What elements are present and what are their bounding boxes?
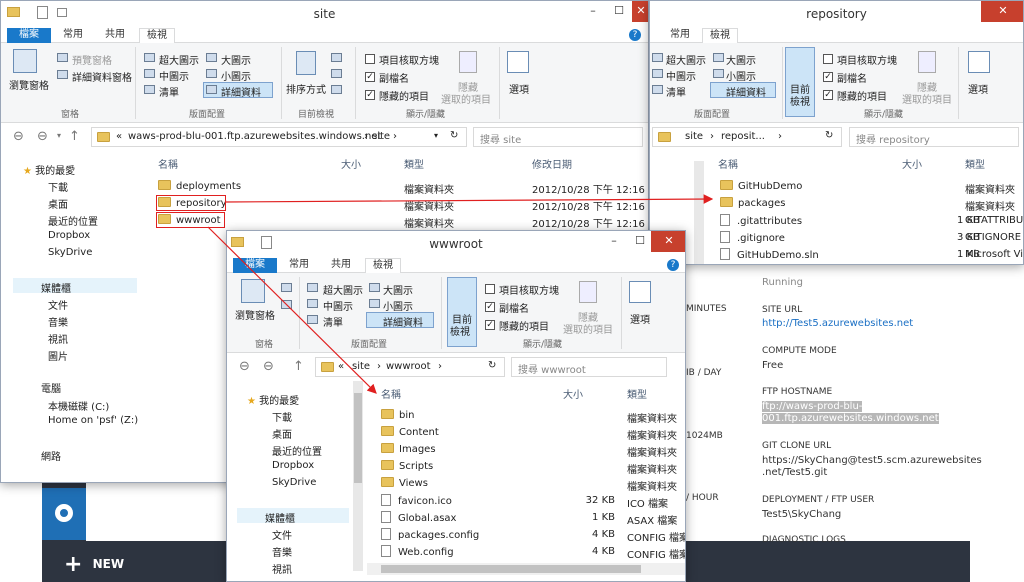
arrow-to-repository <box>224 194 714 204</box>
annotation-arrows <box>207 194 714 394</box>
arrow-to-wwwroot <box>207 226 377 394</box>
